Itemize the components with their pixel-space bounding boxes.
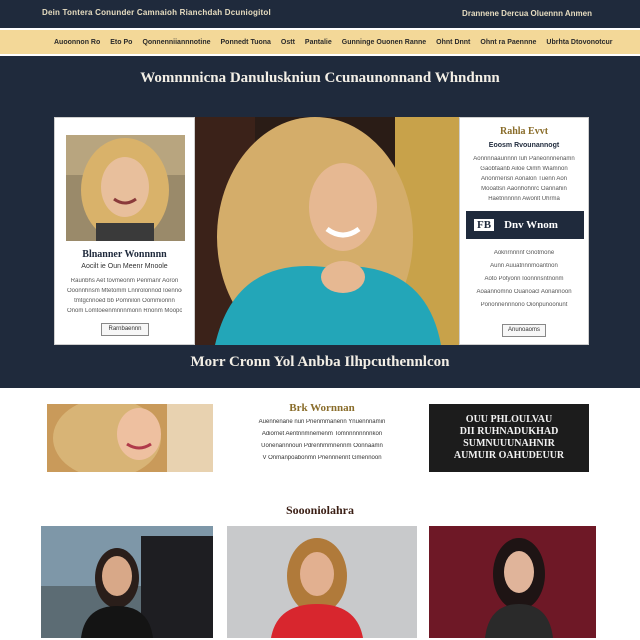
promo-dark-tile[interactable]: OUU PHLOULVAU DII RUHNADUKHAD SUMNUUUNAH… xyxy=(429,404,589,472)
info-banner-badge: FB xyxy=(474,219,495,231)
promo-text-line: AUMUIR OAHUDEUUR xyxy=(453,450,565,461)
nav-item[interactable]: Ohnt Dnnt xyxy=(436,39,470,46)
info-text-line: Anonrnerisn Aonalon Tuenn Aon xyxy=(480,176,568,182)
info-button[interactable]: Anunoaoms xyxy=(502,324,546,337)
info-text-line: Haetnnnnnn Awonlt Uhrma xyxy=(488,196,560,202)
nav-item[interactable]: Gunninge Ouonen Ranne xyxy=(342,39,426,46)
gallery-title: Soooniolahra xyxy=(285,503,354,517)
nav-item[interactable]: Ponnedt Tuona xyxy=(221,39,271,46)
info-text-line: Aunn Auuatnnnmoantnon xyxy=(490,263,558,269)
profile-tagline: Aocilt ie Oun Meenr Mnoole xyxy=(81,263,168,270)
feature-text-line: Uonenannnoun Pdrenhmmnennm Oonnaamn xyxy=(261,443,383,449)
nav-item[interactable]: Ostt xyxy=(281,39,295,46)
profile-text-line: Ooonnhnsm Mtetomm Lnnrolonnod Ioennoon xyxy=(67,288,182,294)
info-banner[interactable]: FB Dnv Wnom xyxy=(466,211,584,239)
top-bar: Dein Tontera Conunder Camnaioh Rianchdah… xyxy=(0,0,640,28)
promo-text-line: DII RUHNADUKHAD xyxy=(459,426,559,437)
info-text-line: Pononnennnono Oionpunoonunt xyxy=(480,302,568,308)
profile-text-line: Raunbhs Aet tovmeonm Penmanr Aoron xyxy=(70,278,179,284)
info-card-title: Rahla Evvt xyxy=(499,126,549,137)
promo-text-line: OUU PHLOULVAU xyxy=(465,414,553,425)
info-card-right: Rahla Evvt Eoosm Rvounannogt Aonnnnaaunn… xyxy=(459,117,589,345)
hero-section: Womnnnicna Danuluskniun Ccunaunonnand Wh… xyxy=(0,56,640,388)
feature-text-line: Auennenane nun Pnenmmanenn Ynuennnamin xyxy=(258,419,386,425)
info-text-line: Aonnnnaaunnnn Iuh Paneonnnenamn xyxy=(473,156,575,162)
nav-item[interactable]: Pantalie xyxy=(305,39,332,46)
gallery-card-photo[interactable] xyxy=(227,526,417,638)
nav-item[interactable]: Eto Po xyxy=(110,39,132,46)
nav-item[interactable]: Qonnenniiannnotine xyxy=(142,39,210,46)
info-text-line: Gaobfaanb Ailoe Oimh Wiamnon xyxy=(480,166,568,172)
promo-text-line: SUMNUUUNAHNIR xyxy=(463,438,555,449)
info-text-line: Aoto Potyonn Ioonnnsntnonm xyxy=(484,276,564,282)
profile-text-line: tmtgcnnoed bb Pomnilon Oommionnn xyxy=(74,298,175,304)
nav-item[interactable]: Auoonnon Ro xyxy=(54,39,100,46)
info-text-line: Aoknrnnnnf Gnotmone xyxy=(493,250,555,256)
profile-button[interactable]: Rarnbaennn xyxy=(101,323,149,336)
info-text-line: Mooatlsn Aaonhohnrc Oannahin xyxy=(481,186,567,192)
hero-photo xyxy=(195,117,459,345)
feature-text-line: V Onmanpoabonmn Pnennnennt Gmennoon xyxy=(262,455,382,461)
main-nav: Auoonnon Ro Eto Po Qonnenniiannnotine Po… xyxy=(0,30,640,54)
profile-card-left: Blnanner Wonnnnn Aocilt ie Oun Meenr Mno… xyxy=(54,117,195,345)
info-card-subtitle: Eoosm Rvounannogt xyxy=(488,142,560,149)
profile-text-line: Onom Lomtoeenmnnnmonn Rnonm Moopon xyxy=(67,308,182,314)
site-brand[interactable]: Dein Tontera Conunder Camnaioh Rianchdah… xyxy=(42,8,271,17)
hero-subtitle: Morr Cronn Yol Anbba Ilhpcuthennlcon xyxy=(190,354,450,370)
hero-title: Womnnnicna Danuluskniun Ccunaunonnand Wh… xyxy=(140,70,500,86)
gallery-card-photo[interactable] xyxy=(41,526,213,638)
feature-photo[interactable] xyxy=(47,404,213,472)
nav-item[interactable]: Ohnt ra Paennne xyxy=(480,39,536,46)
feature-strip: Brk Wornnan Auennenane nun Pnenmmanenn Y… xyxy=(0,388,640,488)
feature-text-line: Adiornet Aentnnmnemenm Tomnnnnnnnnkon xyxy=(261,431,383,437)
nav-item[interactable]: Ubrhta Dtovonotcur xyxy=(546,39,612,46)
profile-photo xyxy=(66,135,185,241)
profile-name: Blnanner Wonnnnn xyxy=(82,249,167,260)
info-banner-text: Dnv Wnom xyxy=(504,219,558,231)
gallery-card-photo[interactable] xyxy=(429,526,596,638)
top-bar-right-link[interactable]: Drannene Dercua Oluennn Anmen xyxy=(462,9,592,18)
info-text-line: Aoaannomno Ouanoacl Aonannoon xyxy=(476,289,572,295)
feature-title: Brk Wornnan xyxy=(289,402,355,414)
